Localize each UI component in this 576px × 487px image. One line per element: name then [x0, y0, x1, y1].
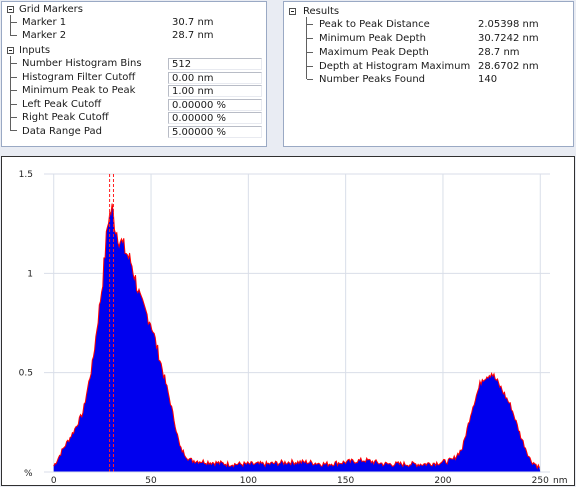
tree-connector — [307, 38, 313, 39]
results-panel: Results Peak to Peak Distance 2.05398 nm… — [283, 1, 574, 147]
tree-connector — [307, 24, 313, 25]
x-tick-label: 100 — [240, 476, 257, 485]
collapse-grid-markers-toggle[interactable] — [7, 6, 14, 13]
peak-to-peak-distance-label: Peak to Peak Distance — [319, 19, 430, 30]
maximum-peak-depth-value: 28.7 nm — [478, 47, 520, 58]
y-tick-label: 1 — [27, 269, 33, 279]
tree-connector — [11, 22, 17, 23]
maximum-peak-depth-label: Maximum Peak Depth — [319, 47, 429, 58]
right-peak-cutoff-field[interactable]: 0.00000 % — [168, 112, 262, 124]
number-peaks-found-label: Number Peaks Found — [319, 74, 426, 85]
inputs-header[interactable]: Inputs — [19, 44, 50, 57]
tree-connector — [10, 15, 11, 36]
number-histogram-bins-label: Number Histogram Bins — [22, 58, 142, 69]
number-histogram-bins-field[interactable]: 512 — [168, 58, 262, 70]
minimum-peak-to-peak-field[interactable]: 1.00 nm — [168, 85, 262, 97]
marker-1-value: 30.7 nm — [172, 17, 214, 28]
minimum-peak-to-peak-label: Minimum Peak to Peak — [22, 85, 136, 96]
tree-connector — [11, 77, 17, 78]
collapse-results-toggle[interactable] — [289, 8, 296, 15]
histogram-filter-cutoff-field[interactable]: 0.00 nm — [168, 72, 262, 84]
collapse-inputs-toggle[interactable] — [7, 47, 14, 54]
tree-connector — [11, 117, 17, 118]
depth-at-histogram-maximum-label: Depth at Histogram Maximum — [319, 61, 471, 72]
histogram-area — [53, 203, 541, 472]
depth-at-histogram-maximum-value: 28.6702 nm — [478, 61, 539, 72]
marker-2-label: Marker 2 — [22, 30, 67, 41]
tree-connector — [10, 56, 11, 131]
y-axis-unit-label: % — [24, 469, 33, 479]
left-peak-cutoff-label: Left Peak Cutoff — [22, 99, 102, 110]
histogram-plot: 0 50 100 150 200 250 0.5 1 1.5% nm — [19, 170, 568, 485]
y-tick-label: 0.5 — [19, 369, 33, 379]
tree-connector — [11, 63, 17, 64]
left-peak-cutoff-field[interactable]: 0.00000 % — [168, 99, 262, 111]
tree-connector — [306, 17, 307, 79]
y-tick-label: 1.5 — [19, 170, 33, 180]
grid-markers-header[interactable]: Grid Markers — [19, 3, 83, 16]
tree-connector — [11, 90, 17, 91]
parameters-panel: Grid Markers Marker 1 30.7 nm Marker 2 2… — [1, 1, 267, 147]
tree-connector — [307, 79, 313, 80]
data-range-pad-label: Data Range Pad — [22, 126, 102, 137]
x-tick-label: 0 — [51, 476, 57, 485]
number-peaks-found-value: 140 — [478, 74, 498, 85]
x-tick-label: 200 — [434, 476, 451, 485]
x-tick-label: 250 — [532, 476, 549, 485]
histogram-chart[interactable]: 0 50 100 150 200 250 0.5 1 1.5% nm — [1, 156, 575, 486]
minimum-peak-depth-value: 30.7242 nm — [478, 33, 539, 44]
peak-to-peak-distance-value: 2.05398 nm — [478, 19, 539, 30]
marker-1-label: Marker 1 — [22, 17, 67, 28]
tree-connector — [11, 104, 17, 105]
x-tick-label: 150 — [337, 476, 354, 485]
marker-2-value: 28.7 nm — [172, 30, 214, 41]
tree-connector — [307, 66, 313, 67]
results-header[interactable]: Results — [303, 5, 339, 18]
x-axis-unit-label: nm — [553, 476, 567, 485]
data-range-pad-field[interactable]: 5.00000 % — [168, 126, 262, 138]
right-peak-cutoff-label: Right Peak Cutoff — [22, 112, 109, 123]
x-tick-label: 50 — [145, 476, 157, 485]
tree-connector — [307, 52, 313, 53]
histogram-filter-cutoff-label: Histogram Filter Cutoff — [22, 72, 136, 83]
tree-connector — [11, 130, 17, 131]
minimum-peak-depth-label: Minimum Peak Depth — [319, 33, 426, 44]
tree-connector — [11, 35, 17, 36]
